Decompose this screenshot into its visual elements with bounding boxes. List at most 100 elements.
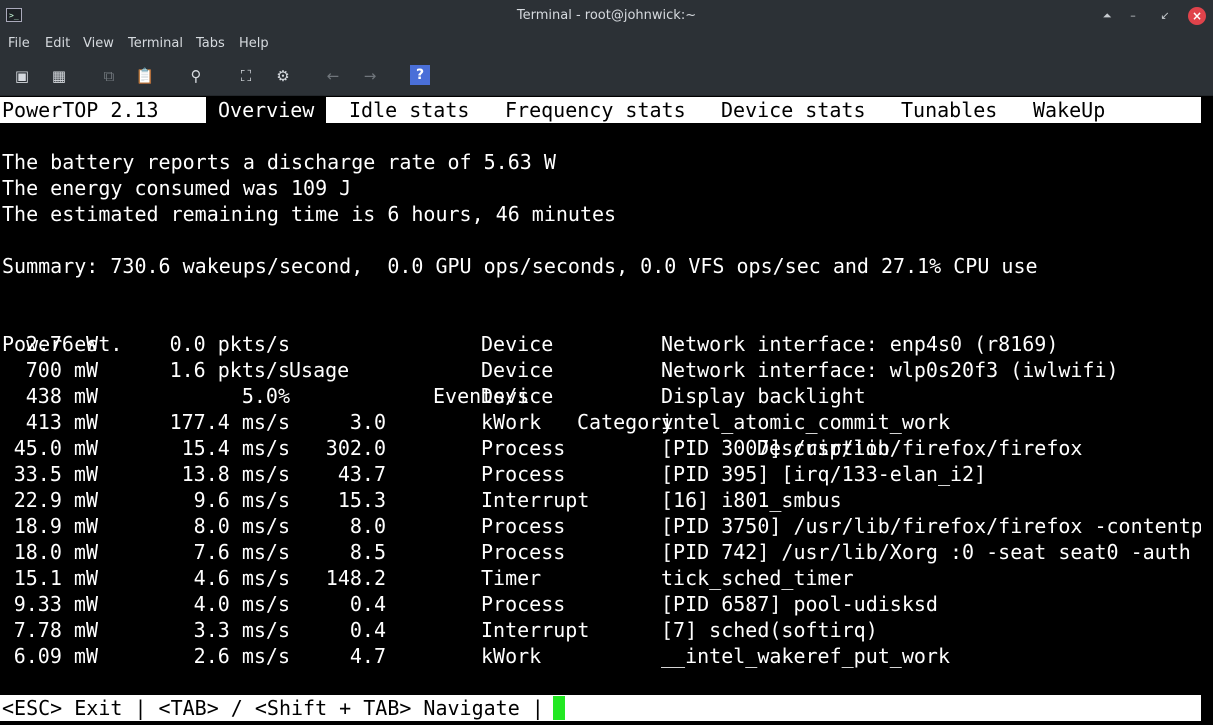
table-row: 18.0 mW 7.6 ms/s 8.5 Process [PID 742] /usr/… <box>0 539 1201 565</box>
battery-discharge-line: The battery reports a discharge rate of … <box>2 150 556 174</box>
cell-description: __intel_wakeref_put_work <box>661 644 950 668</box>
cell-usage: 9.6 ms/s <box>193 488 290 512</box>
cell-power: 7.78 mW <box>13 618 98 642</box>
table-row: 413 mW 177.4 ms/s 3.0 kWork intel_atomic_com… <box>0 409 1201 435</box>
menu-tabs[interactable]: Tabs <box>196 36 225 51</box>
tab-device-stats[interactable]: Device stats <box>721 97 866 123</box>
table-row: 6.09 mW 2.6 ms/s 4.7 kWork __intel_wakeref_p… <box>0 643 1201 669</box>
cell-events: 302.0 <box>325 436 386 460</box>
cell-description: Display backlight <box>661 384 866 408</box>
cell-usage: 5.0% <box>241 384 290 408</box>
cell-power: 33.5 mW <box>13 462 98 486</box>
new-window-icon[interactable]: ▦ <box>49 66 69 86</box>
tab-overview[interactable]: Overview <box>206 97 327 123</box>
close-icon[interactable]: × <box>1188 7 1206 25</box>
menu-bar: File Edit View Terminal Tabs Help <box>0 32 1213 56</box>
copy-icon[interactable]: ⧉ <box>99 66 119 86</box>
previous-tab-icon[interactable]: ← <box>323 66 343 86</box>
maximize-icon[interactable]: ↙ <box>1156 7 1174 25</box>
table-row: 7.78 mW 3.3 ms/s 0.4 Interrupt [7] sched(sof… <box>0 617 1201 643</box>
terminal-margin <box>1201 96 1213 725</box>
cell-power: 18.0 mW <box>13 540 98 564</box>
cell-usage: 4.0 ms/s <box>193 592 290 616</box>
cell-usage: 8.0 ms/s <box>193 514 290 538</box>
toolbar: ▣ ▦ ⧉ 📋 ⚲ ⛶ ⚙ ← → ? <box>0 56 1213 96</box>
cell-power: 438 mW <box>25 384 98 408</box>
table-row: 700 mW 1.6 pkts/s Device Network interface:… <box>0 357 1201 383</box>
cell-description: intel_atomic_commit_work <box>661 410 950 434</box>
cell-description: [PID 395] [irq/133-elan_i2] <box>661 462 987 486</box>
window-title: Terminal - root@johnwick:~ <box>516 8 697 23</box>
footer-help-text: <ESC> Exit | <TAB> / <Shift + TAB> Navig… <box>2 696 544 720</box>
help-icon[interactable]: ? <box>410 65 430 85</box>
cell-power: 413 mW <box>25 410 98 434</box>
cell-description: [PID 742] /usr/lib/Xorg :0 -seat seat0 -… <box>661 540 1191 564</box>
menu-view[interactable]: View <box>83 36 114 51</box>
summary-line: Summary: 730.6 wakeups/second, 0.0 GPU o… <box>2 254 1038 278</box>
cell-events: 0.4 <box>349 618 386 642</box>
cell-power: 45.0 mW <box>13 436 98 460</box>
text-cursor <box>553 696 565 720</box>
cell-usage: 7.6 ms/s <box>193 540 290 564</box>
cell-category: Process <box>481 592 566 616</box>
title-bar: >_ Terminal - root@johnwick:~ ⏶ – ↙ × <box>0 0 1213 32</box>
table-row: 9.33 mW 4.0 ms/s 0.4 Process [PID 6587] pool… <box>0 591 1201 617</box>
tab-tunables[interactable]: Tunables <box>901 97 997 123</box>
cell-events: 8.0 <box>349 514 386 538</box>
table-row: 2.76 W 0.0 pkts/s Device Network interface:… <box>0 331 1201 357</box>
cell-power: 2.76 W <box>25 332 98 356</box>
menu-help[interactable]: Help <box>239 36 269 51</box>
search-icon[interactable]: ⚲ <box>186 66 206 86</box>
cell-category: Interrupt <box>481 488 590 512</box>
settings-icon[interactable]: ⚙ <box>273 66 293 86</box>
cell-usage: 0.0 pkts/s <box>169 332 290 356</box>
cell-description: [16] i801_smbus <box>661 488 842 512</box>
menu-file[interactable]: File <box>8 36 30 51</box>
cell-category: Timer <box>481 566 542 590</box>
menu-edit[interactable]: Edit <box>45 36 70 51</box>
status-bar: <ESC> Exit | <TAB> / <Shift + TAB> Navig… <box>0 695 1201 721</box>
cell-description: [7] sched(softirq) <box>661 618 878 642</box>
cell-category: Device <box>481 332 554 356</box>
cell-usage: 1.6 pkts/s <box>169 358 290 382</box>
powertop-tab-bar: PowerTOP 2.13 Overview Idle stats Freque… <box>0 97 1201 123</box>
cell-events: 0.4 <box>349 592 386 616</box>
fullscreen-icon[interactable]: ⛶ <box>236 66 256 86</box>
cell-power: 700 mW <box>25 358 98 382</box>
cell-category: Device <box>481 384 554 408</box>
table-row: 438 mW 5.0% Device Display backlight <box>0 383 1201 409</box>
cell-power: 6.09 mW <box>13 644 98 668</box>
next-tab-icon[interactable]: → <box>360 66 380 86</box>
cell-power: 15.1 mW <box>13 566 98 590</box>
cell-power: 22.9 mW <box>13 488 98 512</box>
cell-description: [PID 3007] /usr/lib/firefox/firefox <box>661 436 1083 460</box>
remaining-time-line: The estimated remaining time is 6 hours,… <box>2 202 617 226</box>
cell-description: Network interface: wlp0s20f3 (iwlwifi) <box>661 358 1119 382</box>
cell-description: [PID 6587] pool-udisksd <box>661 592 938 616</box>
tab-wakeup[interactable]: WakeUp <box>1033 97 1105 123</box>
keep-above-icon[interactable]: ⏶ <box>1098 7 1116 25</box>
cell-events: 3.0 <box>349 410 386 434</box>
cell-category: kWork <box>481 644 542 668</box>
cell-events: 4.7 <box>349 644 386 668</box>
cell-events: 15.3 <box>337 488 386 512</box>
cell-usage: 3.3 ms/s <box>193 618 290 642</box>
minimize-icon[interactable]: – <box>1124 7 1142 25</box>
cell-events: 43.7 <box>337 462 386 486</box>
cell-usage: 4.6 ms/s <box>193 566 290 590</box>
cell-category: Process <box>481 436 566 460</box>
cell-usage: 2.6 ms/s <box>193 644 290 668</box>
menu-terminal[interactable]: Terminal <box>128 36 183 51</box>
terminal-screen[interactable]: PowerTOP 2.13 Overview Idle stats Freque… <box>0 96 1213 725</box>
paste-icon[interactable]: 📋 <box>135 66 155 86</box>
cell-usage: 15.4 ms/s <box>181 436 290 460</box>
table-header: Power est. Usage Events/s Category Descr… <box>0 305 1201 460</box>
cell-category: Process <box>481 540 566 564</box>
cell-description: tick_sched_timer <box>661 566 854 590</box>
new-tab-icon[interactable]: ▣ <box>12 66 32 86</box>
tab-frequency-stats[interactable]: Frequency stats <box>505 97 686 123</box>
powertop-version: PowerTOP 2.13 <box>2 98 159 122</box>
cell-category: Process <box>481 462 566 486</box>
tab-idle-stats[interactable]: Idle stats <box>349 97 469 123</box>
cell-usage: 13.8 ms/s <box>181 462 290 486</box>
